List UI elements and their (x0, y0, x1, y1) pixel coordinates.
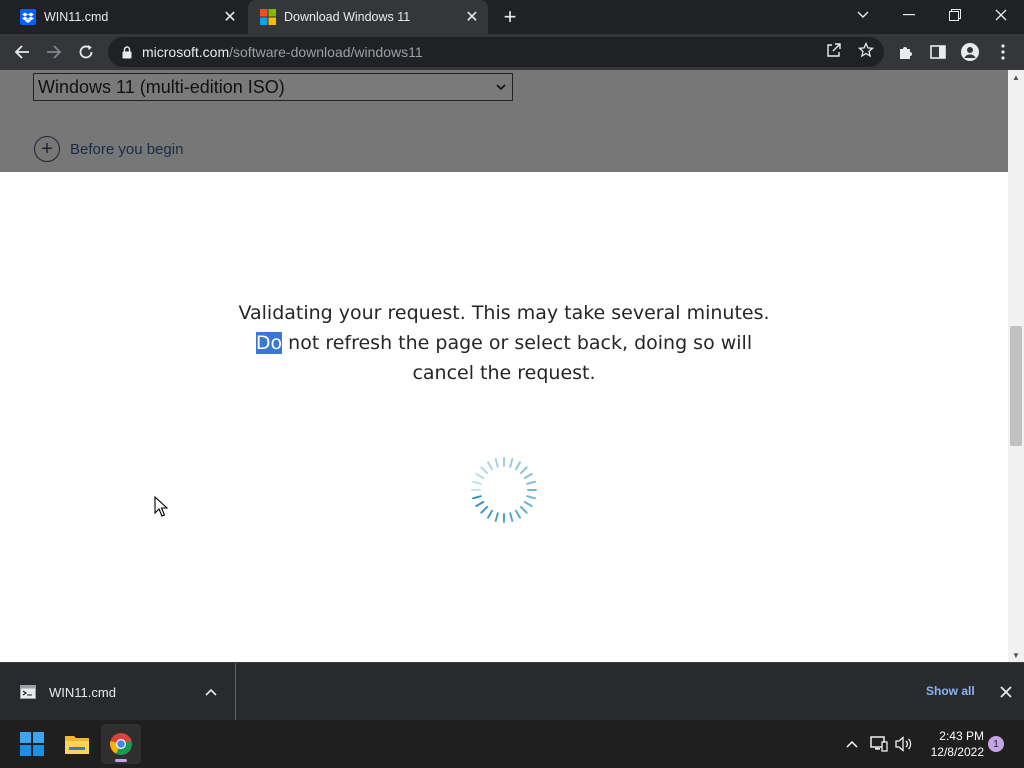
message-line-1: Validating your request. This may take s… (238, 302, 770, 324)
spinner-tick (523, 473, 533, 479)
download-shelf: WIN11.cmd Show all (0, 662, 1024, 721)
tab-title: WIN11.cmd (44, 10, 109, 24)
spinner-tick (526, 480, 536, 485)
spinner-tick (480, 505, 489, 514)
show-hidden-icons-chevron-icon[interactable] (842, 734, 862, 754)
spinner-tick (494, 458, 499, 468)
chevron-down-icon (496, 84, 506, 91)
plus-circle-icon: + (34, 136, 60, 162)
address-bar[interactable]: microsoft.com/software-download/windows1… (108, 37, 884, 67)
menu-kebab-icon[interactable] (993, 42, 1013, 62)
mouse-cursor-icon (154, 496, 168, 517)
chrome-logo-icon (110, 733, 132, 755)
scroll-down-arrow-icon[interactable]: ▼ (1008, 648, 1024, 662)
tab-strip: WIN11.cmd ✕ Download Windows 11 ✕ + (0, 0, 1024, 34)
tab-close-icon[interactable]: ✕ (462, 7, 482, 27)
message-line-2: Do not refresh the page or select back, … (204, 328, 804, 358)
reload-button[interactable] (72, 38, 100, 66)
windows-logo-icon (20, 732, 44, 756)
message-line-2-rest: not refresh the page or select back, doi… (282, 332, 753, 354)
back-button[interactable] (8, 38, 36, 66)
scrollbar-thumb[interactable] (1010, 326, 1022, 446)
dimmed-page-overlay: Windows 11 (multi-edition ISO) + Before … (0, 70, 1008, 172)
url-text: microsoft.com/software-download/windows1… (142, 44, 423, 60)
spinner-tick (475, 473, 485, 479)
spinner-tick (519, 466, 528, 475)
reload-icon (79, 45, 93, 59)
spinner-tick (523, 501, 533, 507)
spinner-tick (515, 509, 521, 519)
spinner-tick (509, 458, 514, 468)
side-panel-icon[interactable] (928, 42, 948, 62)
scroll-up-arrow-icon[interactable]: ▲ (1008, 70, 1024, 84)
download-item[interactable]: WIN11.cmd (0, 663, 236, 721)
before-you-begin-toggle[interactable]: + Before you begin (34, 136, 183, 162)
bookmark-star-icon[interactable] (857, 41, 875, 59)
validation-message: Validating your request. This may take s… (204, 298, 804, 388)
spinner-tick (509, 512, 514, 522)
edition-select-value: Windows 11 (multi-edition ISO) (38, 76, 285, 97)
spinner-tick (472, 495, 482, 500)
arrow-left-icon (14, 45, 29, 59)
new-tab-button[interactable]: + (498, 4, 522, 30)
before-you-begin-label: Before you begin (70, 140, 184, 158)
windows-taskbar: 2:43 PM 12/8/2022 (0, 720, 1024, 768)
arrow-right-icon (47, 45, 62, 59)
minimize-button[interactable] (886, 0, 932, 30)
restore-button[interactable] (932, 0, 978, 30)
tab-close-icon[interactable]: ✕ (220, 7, 240, 27)
spinner-tick (515, 461, 521, 471)
show-all-downloads-link[interactable]: Show all (926, 684, 975, 698)
browser-toolbar: microsoft.com/software-download/windows1… (0, 34, 1024, 70)
volume-icon[interactable] (894, 734, 914, 754)
download-file-name: WIN11.cmd (49, 684, 116, 700)
page-viewport: Windows 11 (multi-edition ISO) + Before … (0, 70, 1008, 662)
url-domain: microsoft.com (142, 44, 230, 60)
spinner-tick (487, 509, 493, 519)
taskbar-chrome[interactable] (101, 724, 141, 764)
close-window-button[interactable] (978, 0, 1024, 30)
page-scrollbar[interactable]: ▲ ▼ (1008, 70, 1024, 662)
spinner-tick (519, 505, 528, 514)
tab-search-chevron-icon[interactable] (840, 0, 886, 30)
spinner-tick (472, 480, 482, 485)
message-line-3: cancel the request. (412, 362, 596, 384)
selected-text: Do (255, 332, 283, 354)
chevron-up-icon[interactable] (201, 682, 221, 702)
lock-icon (120, 45, 134, 59)
spinner-tick (494, 512, 499, 522)
dropbox-icon (20, 9, 36, 25)
clock-time: 2:43 PM (939, 729, 984, 743)
folder-icon (65, 736, 89, 754)
microsoft-logo-icon (260, 9, 276, 25)
forward-button[interactable] (40, 38, 68, 66)
start-button[interactable] (12, 724, 52, 764)
share-icon[interactable] (825, 41, 843, 59)
taskbar-file-explorer[interactable] (57, 724, 97, 764)
spinner-tick (487, 461, 493, 471)
tab-title: Download Windows 11 (284, 10, 411, 24)
tab-download-windows-11[interactable]: Download Windows 11 ✕ (248, 0, 488, 34)
tab-win11-cmd[interactable]: WIN11.cmd ✕ (8, 0, 246, 34)
network-icon[interactable] (869, 734, 889, 754)
close-download-bar-icon[interactable] (996, 682, 1016, 702)
spinner-tick (480, 466, 489, 475)
url-path: /software-download/windows11 (229, 44, 423, 60)
edition-select[interactable]: Windows 11 (multi-edition ISO) (33, 73, 513, 101)
cmd-file-icon (20, 685, 36, 699)
spinner-tick (475, 501, 485, 507)
active-app-indicator (115, 759, 127, 762)
extensions-puzzle-icon[interactable] (896, 42, 916, 62)
loading-spinner (471, 457, 537, 523)
notification-badge[interactable]: 1 (988, 736, 1004, 752)
spinner-tick (526, 495, 536, 500)
clock-date: 12/8/2022 (930, 745, 984, 759)
system-clock[interactable]: 2:43 PM 12/8/2022 (920, 728, 984, 760)
profile-icon[interactable] (960, 42, 980, 62)
